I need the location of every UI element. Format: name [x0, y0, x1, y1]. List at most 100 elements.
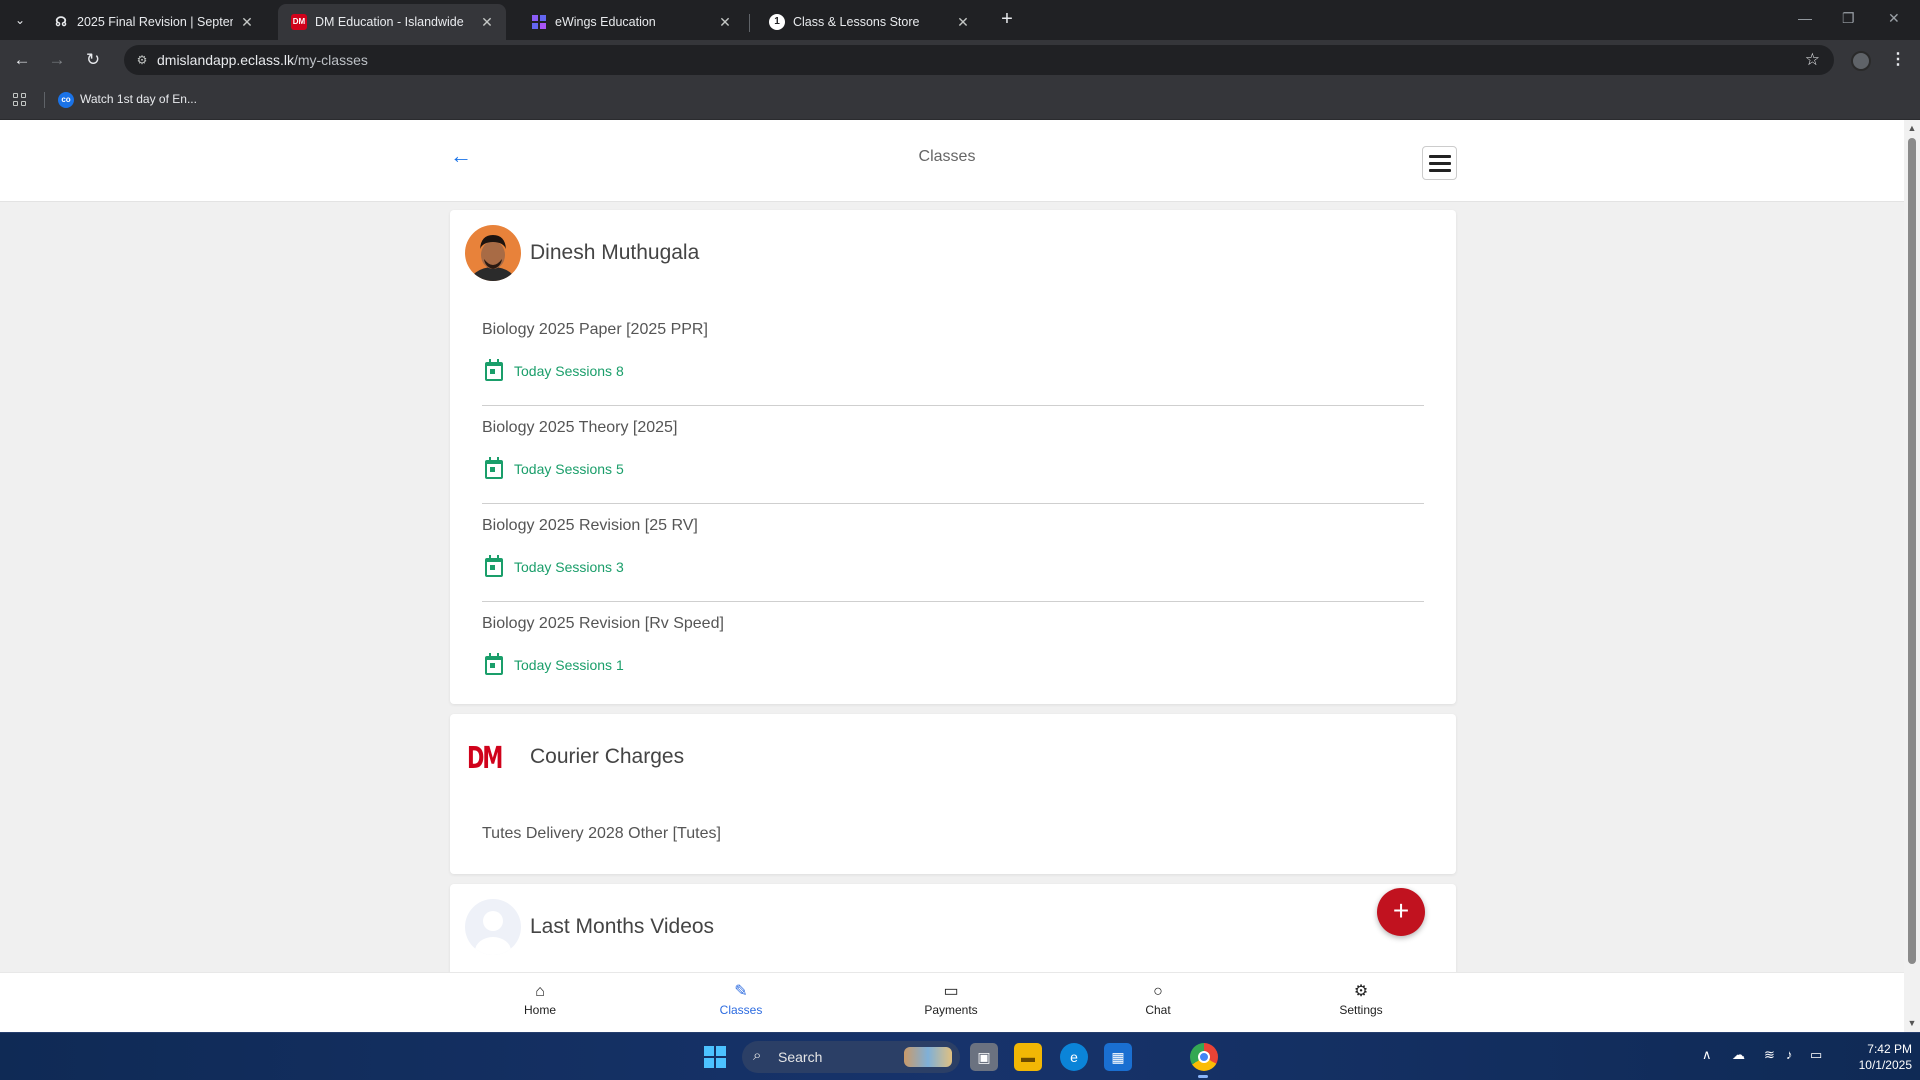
logo-letters: DM — [467, 741, 503, 776]
tab-final-revision[interactable]: ☊ 2025 Final Revision | Septembe ✕ — [40, 4, 266, 40]
volume-icon[interactable]: ♪ — [1786, 1047, 1793, 1062]
browser-tab-strip: ⌄ ☊ 2025 Final Revision | Septembe ✕ DM … — [0, 0, 1920, 40]
class-name[interactable]: Biology 2025 Revision [Rv Speed] — [482, 615, 724, 633]
class-name[interactable]: Biology 2025 Theory [2025] — [482, 419, 677, 437]
bottom-navigation: ⌂ Home ✎ Classes ▭ Payments ○ Chat ⚙ Set… — [0, 972, 1904, 1032]
tray-overflow-icon[interactable]: ∧ — [1702, 1047, 1712, 1063]
browser-menu-icon[interactable]: ⋮ — [1890, 49, 1906, 69]
close-icon[interactable]: ✕ — [954, 13, 972, 31]
add-fab-button[interactable]: + — [1377, 888, 1425, 936]
bookmarks-bar: co Watch 1st day of En... — [0, 80, 1920, 120]
page-scrollbar[interactable]: ▲ ▼ — [1904, 120, 1920, 1032]
scroll-up-arrow-icon[interactable]: ▲ — [1907, 123, 1917, 133]
back-arrow-icon[interactable]: ← — [10, 48, 34, 72]
nav-label: Chat — [1145, 1003, 1171, 1017]
close-icon[interactable]: ✕ — [238, 13, 256, 31]
bookmark-separator — [44, 92, 45, 108]
hamburger-menu-button[interactable] — [1422, 146, 1457, 180]
browser-toolbar: ← → ↻ ⚙ dmislandapp.eclass.lk/my-classes… — [0, 40, 1920, 80]
classes-icon: ✎ — [734, 983, 748, 1000]
nav-label: Home — [523, 1003, 556, 1017]
apps-grid-icon[interactable] — [13, 93, 27, 107]
teacher-name: Dinesh Muthugala — [530, 241, 700, 264]
home-icon: ⌂ — [535, 983, 545, 1000]
class-item[interactable]: Tutes Delivery 2028 Other [Tutes] — [482, 812, 1424, 862]
windows-start-icon[interactable] — [704, 1046, 726, 1068]
tab-title: Class & Lessons Store — [793, 15, 920, 29]
calendar-icon — [485, 555, 503, 577]
taskbar-search-box[interactable]: ⌕ Search — [742, 1041, 960, 1073]
class-name[interactable]: Biology 2025 Paper [2025 PPR] — [482, 321, 708, 339]
dm-education-logo: DM — [465, 729, 521, 785]
chat-icon: ○ — [1153, 983, 1163, 1000]
nav-settings[interactable]: ⚙ Settings — [1306, 981, 1416, 1017]
url-path: /my-classes — [293, 52, 368, 68]
class-item[interactable]: Biology 2025 Revision [Rv Speed] Today S… — [482, 602, 1424, 700]
class-name[interactable]: Tutes Delivery 2028 Other [Tutes] — [482, 825, 721, 843]
clock-time: 7:42 PM — [1867, 1042, 1912, 1056]
class-item[interactable]: Biology 2025 Revision [25 RV] Today Sess… — [482, 504, 1424, 602]
sessions-label: Today Sessions 8 — [514, 363, 624, 379]
teacher-avatar — [465, 225, 521, 281]
search-highlight-art — [904, 1047, 952, 1067]
clock-date: 10/1/2025 — [1858, 1058, 1912, 1072]
task-view-icon[interactable]: ▣ — [970, 1043, 998, 1071]
new-tab-button[interactable]: + — [995, 8, 1019, 32]
search-icon: ⌕ — [753, 1047, 762, 1064]
bookmark-label: Watch 1st day of En... — [80, 92, 197, 107]
address-bar[interactable]: ⚙ dmislandapp.eclass.lk/my-classes ☆ — [124, 45, 1834, 75]
scrollbar-thumb[interactable] — [1908, 138, 1916, 964]
battery-icon[interactable]: ▭ — [1810, 1047, 1822, 1063]
gear-icon: ⚙ — [1353, 983, 1369, 1000]
url-host: dmislandapp.eclass.lk — [157, 52, 294, 68]
nav-label: Classes — [719, 1003, 763, 1017]
onedrive-icon[interactable]: ☁ — [1732, 1047, 1745, 1063]
minimize-icon[interactable]: — — [1798, 10, 1812, 26]
card-title: Courier Charges — [530, 745, 685, 768]
calendar-icon — [485, 653, 503, 675]
close-icon[interactable]: ✕ — [478, 13, 496, 31]
scroll-down-arrow-icon[interactable]: ▼ — [1907, 1018, 1917, 1028]
nav-chat[interactable]: ○ Chat — [1103, 981, 1213, 1017]
tab-class-lessons-store[interactable]: 1 Class & Lessons Store ✕ — [756, 4, 982, 40]
class-item[interactable]: Biology 2025 Paper [2025 PPR] Today Sess… — [482, 308, 1424, 406]
taskbar-clock[interactable]: 7:42 PM 10/1/2025 — [1842, 1041, 1912, 1073]
sessions-label: Today Sessions 5 — [514, 461, 624, 477]
teacher-class-card: Dinesh Muthugala Biology 2025 Paper [202… — [450, 210, 1456, 704]
nav-classes[interactable]: ✎ Classes — [686, 981, 796, 1017]
calendar-icon — [485, 457, 503, 479]
address-bar-url: dmislandapp.eclass.lk/my-classes — [157, 52, 368, 68]
class-name[interactable]: Biology 2025 Revision [25 RV] — [482, 517, 698, 535]
bookmark-watch-1st-day[interactable]: co Watch 1st day of En... — [58, 92, 197, 108]
tab-ewings-education[interactable]: eWings Education ✕ — [518, 4, 744, 40]
tab-dm-education[interactable]: DM DM Education - Islandwide ✕ — [278, 4, 506, 40]
edge-icon[interactable]: e — [1060, 1043, 1088, 1071]
ms-store-icon[interactable]: ▦ — [1104, 1043, 1132, 1071]
window-close-icon[interactable]: ✕ — [1888, 10, 1900, 27]
reload-icon[interactable]: ↻ — [81, 48, 105, 72]
windows-taskbar: ⌕ Search ▣ ▬ e ▦ ∧ ☁ ≋ ♪ ▭ 7:42 PM 10/1/… — [0, 1032, 1920, 1080]
tab-title: eWings Education — [555, 15, 656, 29]
site-info-icon[interactable]: ⚙ — [134, 52, 150, 68]
nav-home[interactable]: ⌂ Home — [485, 981, 595, 1017]
page-title: Classes — [918, 148, 976, 165]
tab-search-dropdown-icon[interactable]: ⌄ — [8, 8, 32, 32]
bookmark-favicon-icon: co — [58, 92, 74, 108]
restore-icon[interactable]: ❐ — [1842, 10, 1855, 27]
class-item[interactable]: Biology 2025 Theory [2025] Today Session… — [482, 406, 1424, 504]
wallet-icon: ▭ — [943, 983, 959, 1000]
profile-avatar[interactable] — [1851, 51, 1871, 71]
tab-separator — [749, 14, 750, 32]
grid-icon — [531, 14, 547, 30]
forward-arrow-icon[interactable]: → — [45, 48, 69, 72]
nav-payments[interactable]: ▭ Payments — [896, 981, 1006, 1017]
card-title: Last Months Videos — [530, 915, 715, 938]
bookmark-star-icon[interactable]: ☆ — [1805, 50, 1820, 70]
chrome-icon[interactable] — [1190, 1043, 1218, 1071]
wifi-icon[interactable]: ≋ — [1764, 1047, 1775, 1063]
app-header: ← Classes — [0, 120, 1904, 202]
tab-title: DM Education - Islandwide — [315, 15, 464, 29]
close-icon[interactable]: ✕ — [716, 13, 734, 31]
placeholder-avatar — [465, 899, 521, 955]
file-explorer-icon[interactable]: ▬ — [1014, 1043, 1042, 1071]
